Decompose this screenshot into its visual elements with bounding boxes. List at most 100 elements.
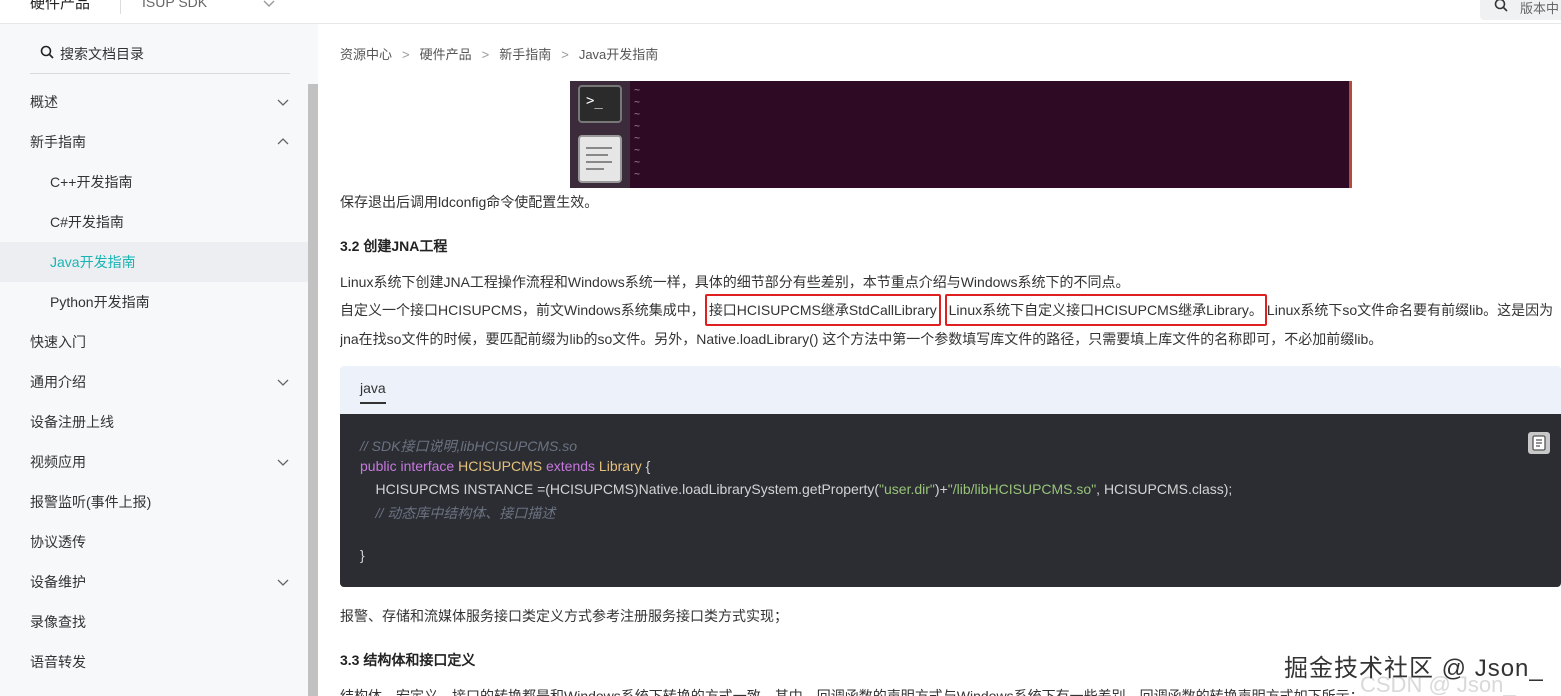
sidebar-item-label: 协议透传 bbox=[30, 534, 86, 550]
sidebar-item-general[interactable]: 通用介绍 bbox=[0, 362, 308, 402]
sidebar-item-label: 通用介绍 bbox=[30, 374, 86, 390]
highlight-box-library: Linux系统下自定义接口HCISUPCMS继承Library。 bbox=[944, 294, 1267, 326]
code-line-instance: HCISUPCMS INSTANCE =(HCISUPCMS)Native.lo… bbox=[360, 481, 1233, 497]
breadcrumb-item[interactable]: 新手指南 bbox=[499, 47, 551, 62]
breadcrumb-item[interactable]: 资源中心 bbox=[340, 47, 392, 62]
sidebar-item-label: 新手指南 bbox=[30, 134, 86, 150]
code-block: java // SDK接口说明,libHCISUPCMS.so public i… bbox=[340, 366, 1561, 587]
search-icon bbox=[40, 45, 54, 59]
chevron-down-icon[interactable] bbox=[262, 0, 276, 10]
top-bar: 硬件产品 ISUP SDK 版本中 bbox=[0, 0, 1561, 24]
sidebar-item-cpp-guide[interactable]: C++开发指南 bbox=[0, 162, 308, 202]
chevron-down-icon bbox=[277, 379, 289, 386]
paragraph-ldconfig: 保存退出后调用ldconfig命令使配置生效。 bbox=[340, 194, 599, 210]
editor-tilde: ~ bbox=[634, 85, 641, 96]
topbar-divider bbox=[120, 0, 121, 14]
sidebar-search[interactable]: 搜索文档目录 bbox=[30, 40, 290, 74]
breadcrumb-sep: > bbox=[561, 47, 569, 62]
sidebar-item-label: 设备注册上线 bbox=[30, 414, 114, 430]
copy-button[interactable] bbox=[1528, 432, 1550, 454]
product-select[interactable]: ISUP SDK bbox=[142, 0, 207, 10]
top-search-box[interactable]: 版本中 bbox=[1480, 0, 1561, 20]
sidebar-item-alarm[interactable]: 报警监听(事件上报) bbox=[0, 482, 308, 522]
paragraph-alarm-storage: 报警、存储和流媒体服务接口类定义方式参考注册服务接口类方式实现； bbox=[340, 608, 788, 624]
code-text: , HCISUPCMS.class); bbox=[1096, 481, 1233, 497]
sidebar-item-label: 设备维护 bbox=[30, 574, 86, 590]
sidebar-item-maintenance[interactable]: 设备维护 bbox=[0, 562, 308, 602]
paragraph-define-interface: 自定义一个接口HCISUPCMS，前文Windows系统集成中， 接口HCISUP… bbox=[340, 294, 1554, 326]
paragraph-struct: 结构体、宏定义、接口的转换都是和Windows系统下转换的方式一致，其中，回调函… bbox=[340, 688, 1364, 696]
sidebar-item-device-register[interactable]: 设备注册上线 bbox=[0, 402, 308, 442]
sidebar-item-overview[interactable]: 概述 bbox=[0, 82, 308, 122]
code-comment: // 动态库中结构体、接口描述 bbox=[360, 505, 556, 521]
section-heading-3-2: 3.2 创建JNA工程 bbox=[340, 238, 448, 254]
sidebar-search-label: 搜索文档目录 bbox=[60, 46, 144, 62]
sidebar-nav: 概述 新手指南 C++开发指南 C#开发指南 Java开发指南 Python开发… bbox=[0, 82, 308, 682]
sidebar-item-label: 语音转发 bbox=[30, 654, 86, 670]
sidebar-item-label: 录像查找 bbox=[30, 614, 86, 630]
sidebar-item-label: 概述 bbox=[30, 94, 58, 110]
chevron-down-icon bbox=[277, 579, 289, 586]
highlight-box-stdcalllibrary: 接口HCISUPCMS继承StdCallLibrary bbox=[704, 294, 941, 326]
sidebar-item-python-guide[interactable]: Python开发指南 bbox=[0, 282, 308, 322]
sidebar-item-csharp-guide[interactable]: C#开发指南 bbox=[0, 202, 308, 242]
code-text: HCISUPCMS INSTANCE =(HCISUPCMS)Native.lo… bbox=[360, 481, 880, 497]
text-editor-icon bbox=[578, 135, 622, 183]
sidebar-item-java-guide[interactable]: Java开发指南 bbox=[0, 242, 308, 282]
chevron-up-icon bbox=[277, 138, 289, 145]
top-search-label: 版本中 bbox=[1520, 1, 1560, 16]
editor-tilde: ~ bbox=[634, 97, 641, 108]
sidebar-item-voice[interactable]: 语音转发 bbox=[0, 642, 308, 682]
copy-icon bbox=[1532, 435, 1546, 451]
sidebar-item-label: 快速入门 bbox=[30, 334, 86, 350]
breadcrumb-item[interactable]: 硬件产品 bbox=[420, 47, 472, 62]
sidebar: 搜索文档目录 概述 新手指南 C++开发指南 C#开发指南 Java开发指南 P… bbox=[0, 24, 318, 696]
breadcrumb: 资源中心 > 硬件产品 > 新手指南 > Java开发指南 bbox=[340, 44, 658, 63]
brand-title[interactable]: 硬件产品 bbox=[30, 0, 90, 13]
chevron-down-icon bbox=[277, 459, 289, 466]
code-string: "/lib/libHCISUPCMS.so" bbox=[947, 481, 1097, 497]
sidebar-item-record-search[interactable]: 录像查找 bbox=[0, 602, 308, 642]
code-keyword: extends bbox=[545, 458, 596, 474]
code-block-header: java bbox=[340, 366, 1561, 414]
code-keyword: public bbox=[360, 458, 397, 474]
sidebar-item-quickstart[interactable]: 快速入门 bbox=[0, 322, 308, 362]
sidebar-item-label: 报警监听(事件上报) bbox=[30, 494, 152, 510]
sidebar-item-label: C++开发指南 bbox=[50, 174, 133, 190]
main-content: 资源中心 > 硬件产品 > 新手指南 > Java开发指南 >_ ~ ~ ~ ~ ~ ~ ~… bbox=[340, 24, 1561, 696]
sidebar-scrollbar[interactable] bbox=[308, 84, 318, 696]
code-string: "user.dir" bbox=[879, 481, 935, 497]
sidebar-item-label: Java开发指南 bbox=[50, 254, 136, 270]
text-span: 自定义一个接口HCISUPCMS，前文Windows系统集成中， bbox=[340, 302, 705, 318]
terminal-prompt: >_ bbox=[586, 93, 603, 109]
sidebar-item-label: 视频应用 bbox=[30, 454, 86, 470]
editor-tilde: ~ bbox=[634, 145, 641, 156]
chevron-down-icon bbox=[277, 99, 289, 106]
text-span: Linux系统下so文件命名要有前缀lib。这是因为 bbox=[1266, 302, 1554, 318]
sidebar-item-video[interactable]: 视频应用 bbox=[0, 442, 308, 482]
search-icon bbox=[1494, 0, 1508, 12]
editor-tilde: ~ bbox=[634, 121, 641, 132]
code-block-body[interactable]: // SDK接口说明,libHCISUPCMS.so public interf… bbox=[340, 414, 1561, 587]
code-tab-java[interactable]: java bbox=[360, 380, 386, 404]
code-text: )+ bbox=[934, 481, 948, 497]
code-line-interface: public interface HCISUPCMS extends Libra… bbox=[360, 458, 650, 474]
sidebar-item-label: C#开发指南 bbox=[50, 214, 124, 230]
editor-tilde: ~ bbox=[634, 169, 641, 180]
editor-tilde: ~ bbox=[634, 157, 641, 168]
sidebar-item-beginner-guide[interactable]: 新手指南 bbox=[0, 122, 308, 162]
editor-tilde: ~ bbox=[634, 109, 641, 120]
editor-tilde: ~ bbox=[634, 133, 641, 144]
terminal-screenshot: >_ ~ ~ ~ ~ ~ ~ ~ ~ bbox=[570, 81, 1352, 188]
breadcrumb-item[interactable]: Java开发指南 bbox=[579, 47, 658, 62]
breadcrumb-sep: > bbox=[402, 47, 410, 62]
code-comment: // SDK接口说明,libHCISUPCMS.so bbox=[360, 438, 578, 454]
terminal-icon: >_ bbox=[578, 85, 622, 123]
code-type: Library bbox=[598, 458, 642, 474]
code-type: HCISUPCMS bbox=[458, 458, 543, 474]
sidebar-item-label: Python开发指南 bbox=[50, 294, 150, 310]
watermark-juejin: 掘金技术社区 @ Json_ bbox=[1284, 655, 1544, 682]
code-brace-close: } bbox=[360, 547, 365, 563]
paragraph-linux-intro: Linux系统下创建JNA工程操作流程和Windows系统一样，具体的细节部分有… bbox=[340, 274, 1130, 290]
sidebar-item-protocol[interactable]: 协议透传 bbox=[0, 522, 308, 562]
